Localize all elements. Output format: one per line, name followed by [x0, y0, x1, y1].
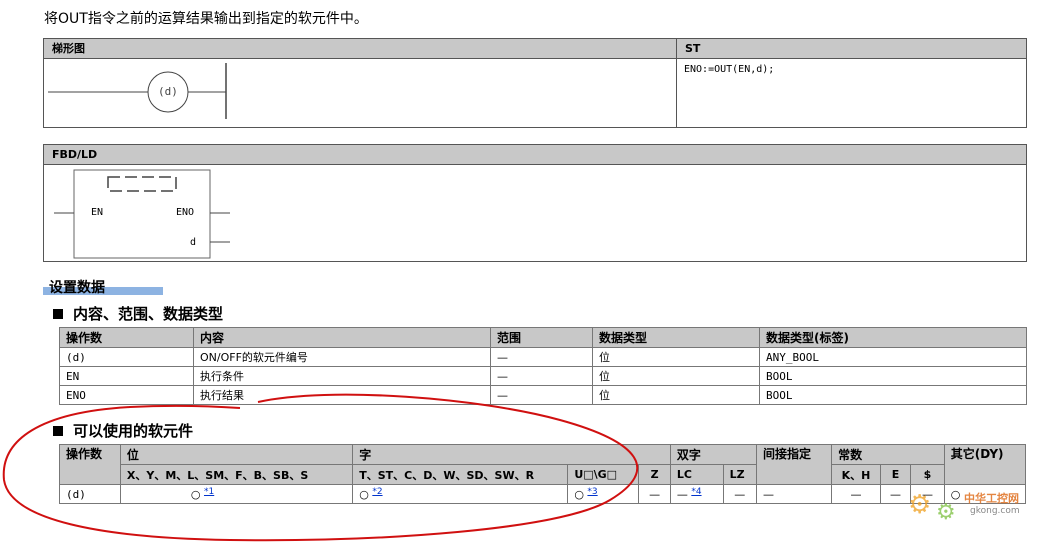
sub-word-devices: T、ST、C、D、W、SD、SW、R	[352, 464, 569, 485]
fbd-box: FBD/LD EN ENO d	[43, 144, 1027, 262]
col-bit: 位	[119, 444, 354, 465]
table-row: ENO 执行结果 — 位 BOOL	[59, 385, 1027, 405]
ladder-header: 梯形图	[44, 39, 677, 59]
col-datatype-label: 数据类型(标签)	[759, 327, 1027, 348]
pin-d: d	[190, 237, 197, 248]
section2-title: 可以使用的软元件	[73, 422, 194, 440]
pin-eno: ENO	[176, 207, 195, 218]
watermark-url: gkong.com	[970, 506, 1020, 516]
table-header-row: 操作数 内容 范围 数据类型 数据类型(标签)	[59, 327, 1027, 348]
col-range: 范围	[490, 327, 593, 348]
sub-module-access: U□\G□	[567, 464, 640, 485]
table-subheader-row: X、Y、M、L、SM、F、B、SB、S T、ST、C、D、W、SD、SW、R U…	[60, 464, 1026, 485]
coil-label: (d)	[158, 85, 178, 98]
column-divider	[676, 59, 677, 127]
watermark: ⚙ ⚙ 中华工控网 gkong.com	[908, 486, 1038, 526]
fbd-header: FBD/LD	[44, 145, 1026, 165]
col-operand: 操作数	[59, 327, 194, 348]
sub-z: Z	[638, 464, 671, 485]
gear-icon: ⚙	[908, 490, 932, 520]
note-link[interactable]: *2	[372, 487, 382, 497]
section1-title: 内容、范围、数据类型	[73, 305, 224, 323]
ladder-st-box: 梯形图 ST (d) ENO:=OUT(EN,d);	[43, 38, 1027, 128]
col-content: 内容	[193, 327, 491, 348]
sub-kh: K、H	[831, 464, 881, 485]
ladder-diagram	[48, 63, 227, 119]
st-code: ENO:=OUT(EN,d);	[684, 64, 775, 75]
data-type-table: 操作数 内容 范围 数据类型 数据类型(标签) (d) ON/OFF的软元件编号…	[59, 327, 1027, 405]
col-other: 其它(DY)	[943, 444, 1027, 485]
section1-heading: 内容、范围、数据类型	[53, 303, 223, 324]
sub-dollar: $	[910, 464, 945, 485]
st-header-label: ST	[685, 42, 701, 55]
st-header: ST	[677, 39, 1026, 59]
square-bullet-icon	[53, 309, 63, 319]
col-datatype: 数据类型	[592, 327, 760, 348]
intro-text: 将OUT指令之前的运算结果输出到指定的软元件中。	[44, 11, 368, 27]
table-row: (d) ○ *1 ○ *2 ○ *3 — — *4 — — — — — ○	[59, 484, 1027, 504]
note-link[interactable]: *1	[204, 487, 214, 497]
watermark-brand: 中华工控网	[964, 492, 1019, 505]
instruction-name-slot	[107, 176, 177, 192]
note-link[interactable]: *3	[587, 487, 597, 497]
pin-en: EN	[91, 207, 104, 218]
settings-title: 设置数据	[49, 280, 105, 296]
col-word: 字	[352, 444, 671, 465]
col-operand: 操作数	[59, 444, 121, 485]
col-dword: 双字	[669, 444, 758, 465]
table-row: (d) ON/OFF的软元件编号 — 位 ANY_BOOL	[59, 347, 1027, 367]
usable-devices-table: 操作数 位 字 双字 间接指定 常数 其它(DY) X、Y、M、L、SM、F、B…	[59, 444, 1027, 504]
fbd-header-label: FBD/LD	[52, 148, 98, 161]
sub-e: E	[879, 464, 912, 485]
col-const: 常数	[831, 444, 945, 465]
table-header-row: 操作数 位 字 双字 间接指定 常数 其它(DY)	[59, 444, 1027, 485]
ladder-header-label: 梯形图	[52, 42, 85, 55]
sub-lc: LC	[669, 464, 724, 485]
sub-bit-devices: X、Y、M、L、SM、F、B、SB、S	[119, 464, 354, 485]
sub-lz: LZ	[722, 464, 758, 485]
note-link[interactable]: *4	[691, 487, 701, 497]
col-indirect: 间接指定	[756, 444, 833, 485]
section2-heading: 可以使用的软元件	[53, 420, 193, 441]
gear-icon: ⚙	[936, 500, 956, 525]
square-bullet-icon	[53, 426, 63, 436]
table-row: EN 执行条件 — 位 BOOL	[59, 366, 1027, 386]
